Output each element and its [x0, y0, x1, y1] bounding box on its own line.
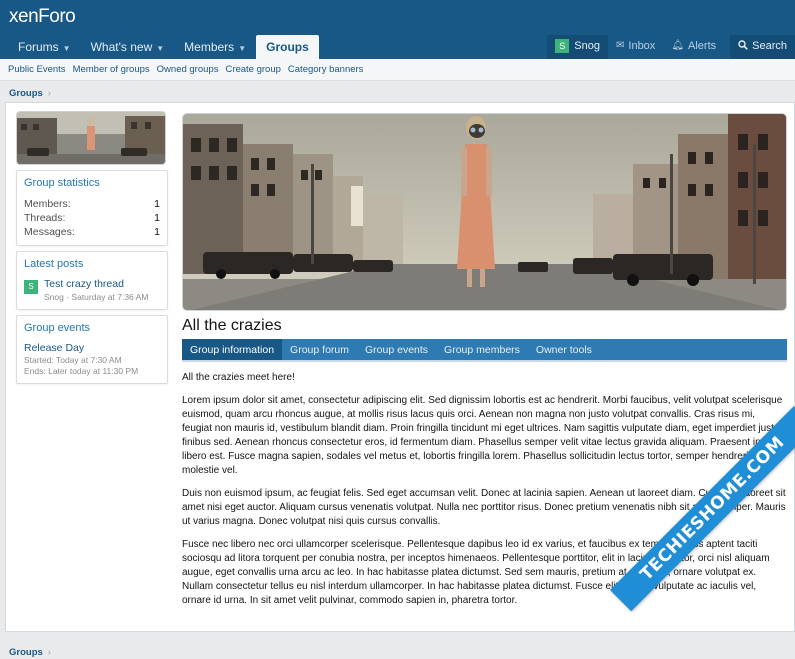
subnav-create-group[interactable]: Create group	[222, 59, 283, 80]
tab-forums[interactable]: Forums ▼	[8, 35, 81, 59]
post-meta: Snog · Saturday at 7:36 AM	[44, 292, 149, 302]
chevron-right-icon: ›	[47, 647, 51, 658]
description-paragraph: Lorem ipsum dolor sit amet, consectetur …	[182, 395, 784, 476]
latest-posts-title: Latest posts	[24, 258, 84, 270]
group-description: All the crazies meet here! Lorem ipsum d…	[182, 371, 787, 608]
latest-posts: Latest posts S Test crazy thread Snog · …	[16, 251, 168, 310]
stat-members: Members: 1	[24, 198, 160, 210]
search-button[interactable]: Search	[730, 35, 795, 59]
subnav-category-banners[interactable]: Category banners	[285, 59, 367, 80]
event-start: Started: Today at 7:30 AM	[24, 355, 122, 365]
chevron-right-icon: ›	[47, 88, 51, 99]
breadcrumb-bottom: Groups ›	[9, 647, 51, 658]
sidebar: Group statistics Members: 1 Threads: 1 Mes…	[16, 111, 168, 384]
chevron-down-icon[interactable]: ▼	[63, 44, 71, 53]
group-statistics: Group statistics Members: 1 Threads: 1 Mes…	[16, 170, 168, 246]
group-thumbnail[interactable]	[16, 111, 166, 165]
subnav-public-events[interactable]: Public Events	[5, 59, 69, 80]
list-item: S Test crazy thread Snog · Saturday at 7…	[24, 278, 160, 303]
search-icon	[738, 40, 749, 53]
avatar[interactable]: S	[24, 280, 38, 294]
group-events-title: Group events	[24, 322, 91, 334]
main-nav: Forums ▼ What's new ▼ Members ▼ Groups	[8, 35, 319, 59]
event-end: Ends: Later today at 11:30 PM	[24, 366, 139, 376]
group-banner	[182, 113, 787, 311]
tab-members[interactable]: Members ▼	[174, 35, 256, 59]
group-intro: All the crazies meet here!	[182, 372, 295, 383]
group-events: Group events Release Day Started: Today …	[16, 315, 168, 384]
breadcrumb-groups[interactable]: Groups	[9, 88, 43, 99]
tab-group-events[interactable]: Group events	[357, 339, 436, 360]
account-menu[interactable]: S Snog	[547, 35, 608, 59]
group-tabs: Group information Group forum Group even…	[182, 339, 787, 362]
page-title: All the crazies	[182, 317, 282, 334]
alerts-button[interactable]: 🔔︎ Alerts	[663, 35, 724, 59]
tab-whats-new[interactable]: What's new ▼	[81, 35, 175, 59]
group-statistics-title: Group statistics	[24, 177, 100, 189]
avatar: S	[555, 39, 570, 53]
envelope-icon: ✉	[616, 40, 625, 51]
sub-nav: Public Events Member of groups Owned gro…	[0, 59, 795, 81]
subnav-owned-groups[interactable]: Owned groups	[154, 59, 222, 80]
breadcrumb: Groups ›	[9, 88, 51, 99]
post-title-link[interactable]: Test crazy thread	[44, 278, 148, 291]
username: Snog	[574, 40, 600, 52]
breadcrumb-groups[interactable]: Groups	[9, 647, 43, 658]
tab-group-information[interactable]: Group information	[182, 339, 283, 360]
event-link[interactable]: Release Day	[24, 342, 160, 355]
chevron-down-icon[interactable]: ▼	[238, 44, 246, 53]
tab-group-members[interactable]: Group members	[436, 339, 528, 360]
site-header: xenForo Forums ▼ What's new ▼ Members ▼ Gro…	[0, 0, 795, 59]
subnav-member-of-groups[interactable]: Member of groups	[70, 59, 153, 80]
site-logo[interactable]: xenForo	[9, 6, 76, 28]
description-paragraph: Fusce nec libero nec orci ullamcorper sc…	[182, 539, 770, 606]
tab-groups[interactable]: Groups	[256, 35, 319, 59]
tab-group-forum[interactable]: Group forum	[282, 339, 357, 360]
chevron-down-icon[interactable]: ▼	[156, 44, 164, 53]
inbox-button[interactable]: ✉ Inbox	[608, 35, 663, 59]
stat-messages: Messages: 1	[24, 226, 160, 238]
bell-icon: 🔔︎	[671, 40, 685, 51]
user-nav: S Snog ✉ Inbox 🔔︎ Alerts Search	[547, 35, 795, 59]
stat-threads: Threads: 1	[24, 212, 160, 224]
tab-owner-tools[interactable]: Owner tools	[528, 339, 600, 360]
